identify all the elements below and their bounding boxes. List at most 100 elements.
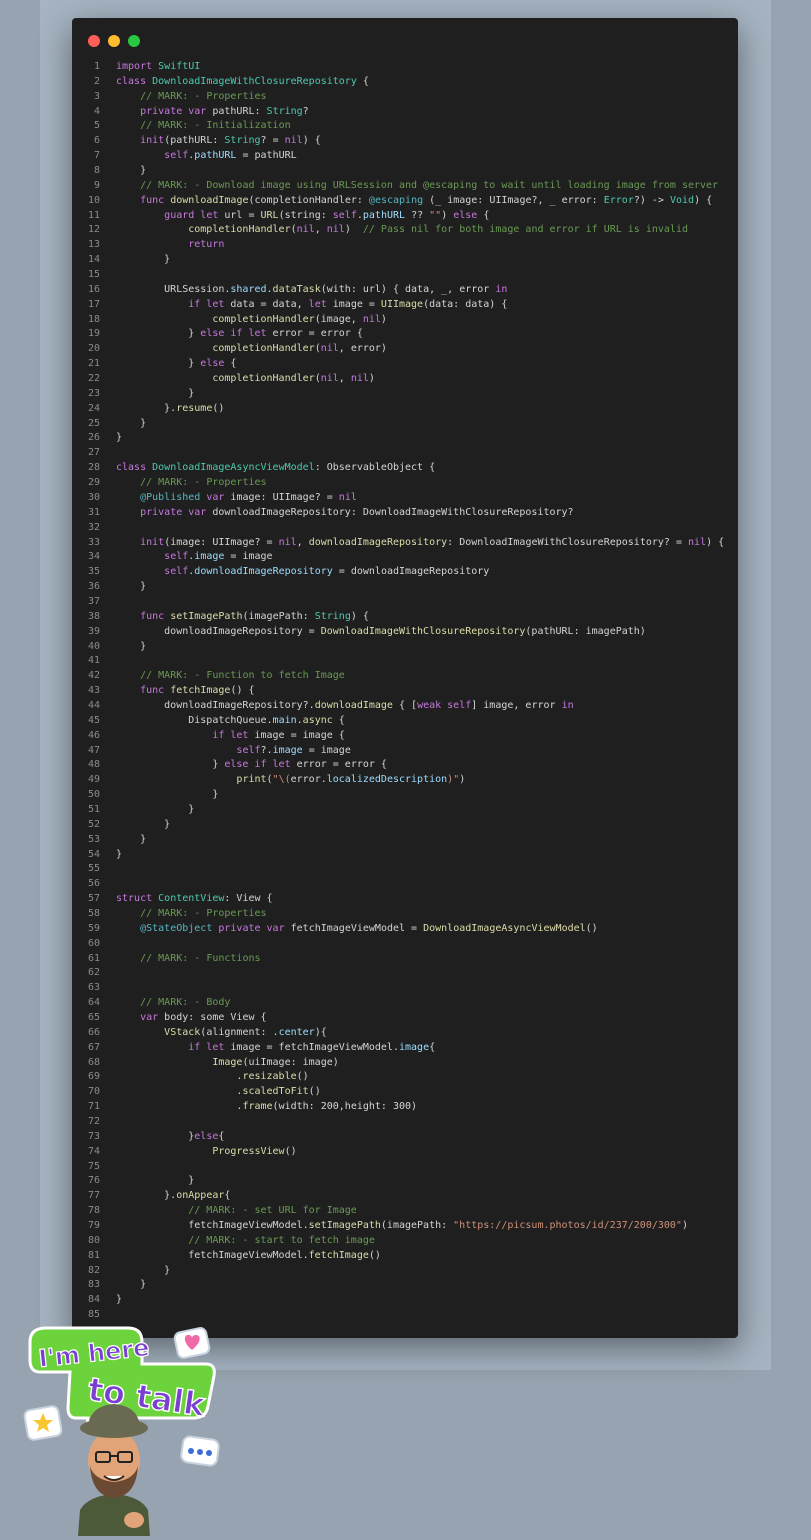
code-token: if let [212, 729, 249, 741]
code-token: = downloadImageRepository [332, 566, 490, 578]
code-token: } [116, 1130, 195, 1142]
code-line: 58 // MARK: - Properties [72, 907, 738, 922]
code-token: } [116, 432, 123, 444]
code-token: ProgressView [212, 1145, 285, 1157]
line-number: 18 [87, 313, 100, 325]
code-token: if let [188, 1041, 225, 1053]
code-line: 10 func downloadImage(completionHandler:… [72, 194, 738, 209]
code-token: pathURL [362, 209, 406, 221]
code-token: // MARK: - set URL for Image [188, 1205, 357, 1217]
code-token: nil [338, 491, 357, 503]
code-block: 1 import SwiftUI 2 class DownloadImageWithC… [72, 60, 738, 1323]
code-token: dataTask [272, 283, 321, 295]
code-token: { [477, 209, 490, 221]
line-number: 8 [93, 165, 100, 177]
line-number: 22 [87, 373, 100, 385]
line-number: 14 [87, 254, 100, 266]
code-token: : DownloadImageWithClosureRepository? = [447, 536, 688, 548]
code-token: nil [284, 135, 303, 147]
code-line: 72 [72, 1115, 738, 1130]
code-token: // MARK: - Properties [140, 907, 267, 919]
code-line: 45 DispatchQueue.main.async { [72, 714, 738, 729]
code-line: 37 [72, 595, 738, 610]
code-token: // MARK: - Function to fetch Image [140, 670, 345, 682]
code-line: 73 }else{ [72, 1130, 738, 1145]
line-number: 32 [87, 521, 100, 533]
line-number: 46 [87, 729, 100, 741]
code-line: 74 ProgressView() [72, 1145, 738, 1160]
line-number: 36 [87, 581, 100, 593]
code-token: () [368, 1249, 381, 1261]
line-number: 71 [87, 1101, 100, 1113]
code-line: 67 if let image = fetchImageViewModel.im… [72, 1041, 738, 1056]
code-line: 47 self?.image = image [72, 744, 738, 759]
close-window-button[interactable] [88, 35, 100, 47]
code-token: (alignment: . [200, 1026, 279, 1038]
code-line: 21 } else { [72, 357, 738, 372]
line-number: 5 [93, 120, 100, 132]
code-token: } [116, 640, 147, 652]
code-token: Error [603, 194, 634, 206]
line-number: 61 [87, 952, 100, 964]
code-text: // MARK: - Body [100, 996, 230, 1011]
code-token: // MARK: - Properties [140, 90, 267, 102]
code-line: 34 self.image = image [72, 550, 738, 565]
code-token: func [140, 685, 165, 697]
minimize-window-button[interactable] [108, 35, 120, 47]
line-number: 84 [87, 1294, 100, 1306]
code-line: 29 // MARK: - Properties [72, 476, 738, 491]
code-text: return [100, 238, 224, 253]
code-text: class DownloadImageAsyncViewModel: Obser… [100, 461, 435, 476]
code-line: 3 // MARK: - Properties [72, 90, 738, 105]
code-token: (with: url) { data, _, error [320, 283, 496, 295]
code-token: ){ [314, 1026, 327, 1038]
code-token: downloadImageRepository: DownloadImageWi… [206, 506, 574, 518]
code-line: 9 // MARK: - Download image using URLSes… [72, 179, 738, 194]
line-number: 1 [93, 61, 100, 72]
line-number: 24 [87, 402, 100, 414]
code-token: . [116, 1101, 243, 1113]
avatar [78, 1404, 150, 1536]
code-token: } [116, 759, 225, 771]
code-line: 70 .scaledToFit() [72, 1085, 738, 1100]
code-token: error = error { [266, 328, 363, 340]
code-text: }.onAppear{ [100, 1189, 230, 1204]
code-token: scaledToFit [242, 1086, 309, 1098]
line-number: 70 [87, 1086, 100, 1098]
code-text: }.resume() [100, 402, 224, 417]
code-text: } [100, 431, 122, 446]
code-token: weak self [417, 699, 472, 711]
code-text: VStack(alignment: .center){ [100, 1026, 327, 1041]
code-text: self?.image = image [100, 744, 350, 759]
code-token: // MARK: - Body [140, 997, 231, 1009]
code-token: func [140, 610, 165, 622]
code-token: error = error { [290, 759, 387, 771]
code-line: 11 guard let url = URL(string: self.path… [72, 209, 738, 224]
code-line: 39 downloadImageRepository = DownloadIma… [72, 625, 738, 640]
code-text: @StateObject private var fetchImageViewM… [100, 922, 598, 937]
code-text: .resizable() [100, 1070, 308, 1085]
code-token: } [116, 581, 147, 593]
code-line: 13 return [72, 238, 738, 253]
code-text: } [100, 1278, 146, 1293]
code-line: 25 } [72, 417, 738, 432]
code-token: @escaping [368, 194, 424, 206]
code-token: = pathURL [236, 150, 297, 162]
line-number: 77 [87, 1190, 100, 1202]
line-number: 51 [87, 803, 100, 815]
zoom-window-button[interactable] [128, 35, 140, 47]
code-line: 76 } [72, 1174, 738, 1189]
code-token: ?? [405, 209, 430, 221]
im-here-to-talk-sticker: I'm here to talk [16, 1320, 230, 1536]
code-line: 53 } [72, 833, 738, 848]
code-line: 82 } [72, 1264, 738, 1279]
code-text: .scaledToFit() [100, 1085, 320, 1100]
